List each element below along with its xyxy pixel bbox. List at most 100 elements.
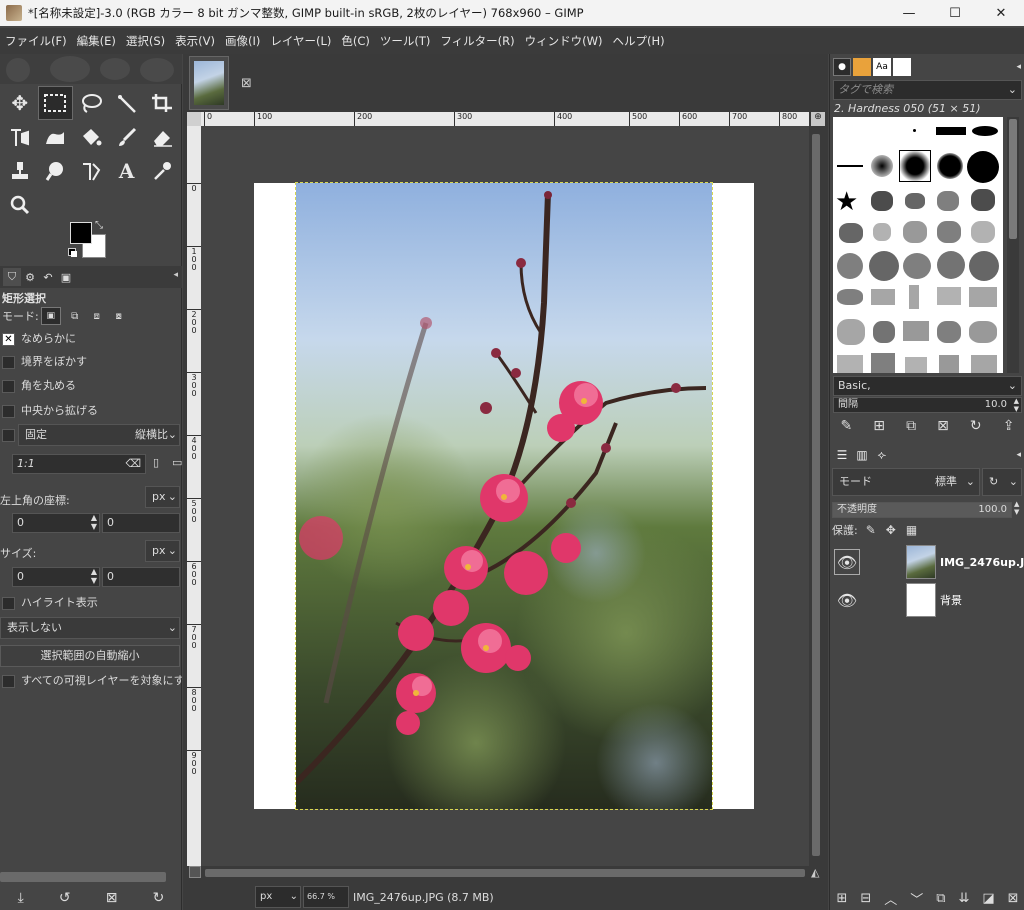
image-tab[interactable]: [189, 56, 229, 110]
vertical-ruler[interactable]: 0 100 200 300 400 500 600 700 800 900: [187, 126, 201, 866]
highlight-checkbox[interactable]: [2, 596, 15, 610]
layers-tab-icon[interactable]: ☰: [833, 446, 851, 464]
zoom-tool-icon[interactable]: [2, 188, 38, 222]
warp-transform-tool-icon[interactable]: [38, 120, 74, 154]
lower-layer-icon[interactable]: ﹀: [910, 889, 923, 908]
smudge-tool-icon[interactable]: [38, 154, 74, 188]
spinner-icon[interactable]: ▲ ▼: [91, 513, 97, 531]
position-y-input[interactable]: 0: [102, 513, 180, 533]
swap-colors-icon[interactable]: ⤡: [95, 220, 103, 231]
auto-shrink-button[interactable]: 選択範囲の自動縮小: [0, 645, 180, 667]
mode-subtract-icon[interactable]: ⧈: [87, 307, 107, 325]
delete-brush-icon[interactable]: ⊠: [937, 418, 949, 434]
canvas[interactable]: [201, 126, 809, 866]
size-unit-combo[interactable]: px ⌄: [145, 540, 180, 562]
text-tool-icon[interactable]: A: [109, 154, 145, 188]
layer-opacity-slider[interactable]: 不透明度 100.0: [832, 502, 1012, 518]
position-unit-combo[interactable]: px ⌄: [145, 486, 180, 508]
navigate-icon[interactable]: ⊕: [811, 112, 825, 126]
panel-menu-icon[interactable]: ◂: [173, 270, 178, 280]
expand-center-option[interactable]: 中央から拡げる: [0, 402, 182, 418]
wilber-drop-area[interactable]: [0, 54, 182, 84]
document-history-tab-icon[interactable]: [893, 58, 911, 76]
mode-replace-icon[interactable]: ▣: [40, 307, 61, 325]
rect-select-tool-icon[interactable]: [37, 86, 74, 120]
clear-icon[interactable]: ⌫: [125, 455, 141, 473]
expand-center-checkbox[interactable]: [2, 404, 15, 418]
lock-pixels-icon[interactable]: ✎: [866, 523, 876, 537]
spinner-icon[interactable]: ▲ ▼: [1014, 500, 1019, 516]
delete-layer-icon[interactable]: ⊠: [1008, 891, 1019, 906]
vertical-scrollbar[interactable]: [809, 126, 823, 866]
position-x-input[interactable]: 0 ▲ ▼: [12, 513, 100, 533]
brush-spacing-slider[interactable]: 間隔 10.0 ▲ ▼: [833, 397, 1022, 413]
device-status-tab-icon[interactable]: ⚙: [21, 268, 39, 286]
lock-alpha-icon[interactable]: ▦: [906, 523, 917, 537]
panel-menu-icon[interactable]: ◂: [1016, 62, 1021, 72]
feather-option[interactable]: 境界をぼかす: [0, 353, 182, 369]
highlight-option[interactable]: ハイライト表示: [0, 594, 182, 610]
brush-grid-scrollbar[interactable]: [1007, 117, 1019, 373]
paths-tab-icon[interactable]: ⟣: [873, 446, 891, 464]
menu-windows[interactable]: ウィンドウ(W): [520, 33, 608, 49]
images-tab-icon[interactable]: ▣: [57, 268, 75, 286]
menu-help[interactable]: ヘルプ(H): [607, 33, 669, 49]
paintbrush-tool-icon[interactable]: [109, 120, 145, 154]
fixed-mode-combo[interactable]: 固定 縦横比 ⌄: [18, 424, 180, 446]
mode-add-icon[interactable]: ⧉: [65, 307, 85, 325]
tool-options-tab-icon[interactable]: ⛉: [3, 268, 21, 286]
new-layer-group-icon[interactable]: ⊟: [860, 891, 871, 906]
close-tab-icon[interactable]: ⊠: [241, 76, 252, 91]
eraser-tool-icon[interactable]: [144, 120, 180, 154]
paths-tool-icon[interactable]: [73, 154, 109, 188]
edit-brush-icon[interactable]: ✎: [841, 418, 853, 434]
round-corners-option[interactable]: 角を丸める: [0, 377, 182, 393]
menu-view[interactable]: 表示(V): [170, 33, 220, 49]
move-tool-icon[interactable]: ✥: [2, 86, 38, 120]
delete-options-icon[interactable]: ⊠: [106, 890, 118, 906]
new-brush-icon[interactable]: ⊞: [873, 418, 885, 434]
maximize-button[interactable]: ☐: [932, 0, 978, 26]
feather-checkbox[interactable]: [2, 355, 15, 369]
toolbox-scrollbar[interactable]: [0, 872, 166, 882]
undo-history-tab-icon[interactable]: ↶: [39, 268, 57, 286]
guides-combo[interactable]: 表示しない ⌄: [0, 617, 180, 639]
minimize-button[interactable]: —: [886, 0, 932, 26]
horizontal-ruler[interactable]: 0 100 200 300 400 500 600 700 800 ⊕: [201, 112, 825, 126]
reset-options-icon[interactable]: ↻: [153, 890, 165, 906]
menu-colors[interactable]: 色(C): [336, 33, 375, 49]
portrait-icon[interactable]: ▯: [153, 456, 159, 469]
bucket-fill-tool-icon[interactable]: [73, 120, 109, 154]
layer-mode-switch[interactable]: ↻ ⌄: [982, 468, 1022, 496]
refresh-brushes-icon[interactable]: ↻: [970, 418, 982, 434]
menu-select[interactable]: 選択(S): [121, 33, 170, 49]
merge-layer-icon[interactable]: ⇊: [958, 891, 969, 906]
chevron-down-icon[interactable]: ⌄: [1008, 81, 1017, 99]
new-layer-icon[interactable]: ⊞: [836, 891, 847, 906]
brush-preset-combo[interactable]: Basic, ⌄: [833, 376, 1022, 396]
open-brush-icon[interactable]: ⇪: [1003, 418, 1015, 434]
mask-layer-icon[interactable]: ◪: [982, 891, 994, 906]
sample-merged-checkbox[interactable]: [2, 674, 15, 688]
quick-mask-corner[interactable]: [187, 112, 201, 126]
crop-tool-icon[interactable]: [144, 86, 180, 120]
spinner-icon[interactable]: ▲ ▼: [91, 567, 97, 585]
brushes-tab-icon[interactable]: ●: [833, 58, 851, 76]
layer-mode-combo[interactable]: モード 標準 ⌄: [832, 468, 980, 496]
brush-grid[interactable]: ★: [833, 117, 1003, 373]
unified-transform-tool-icon[interactable]: [2, 120, 38, 154]
round-corners-checkbox[interactable]: [2, 379, 15, 393]
lasso-tool-icon[interactable]: [73, 86, 109, 120]
fixed-checkbox[interactable]: [2, 428, 15, 442]
fonts-tab-icon[interactable]: Aa: [873, 58, 891, 76]
pointer-toggle-icon[interactable]: [189, 866, 201, 878]
spinner-icon[interactable]: ▲ ▼: [1014, 397, 1019, 413]
default-colors-icon[interactable]: [68, 248, 78, 258]
unit-combo[interactable]: px ⌄: [255, 886, 301, 908]
foreground-color[interactable]: [70, 222, 92, 244]
menu-edit[interactable]: 編集(E): [72, 33, 121, 49]
ratio-input[interactable]: 1:1 ⌫: [12, 454, 146, 474]
duplicate-brush-icon[interactable]: ⧉: [906, 418, 916, 434]
save-options-icon[interactable]: ⤓: [18, 890, 24, 906]
menu-tools[interactable]: ツール(T): [375, 33, 436, 49]
